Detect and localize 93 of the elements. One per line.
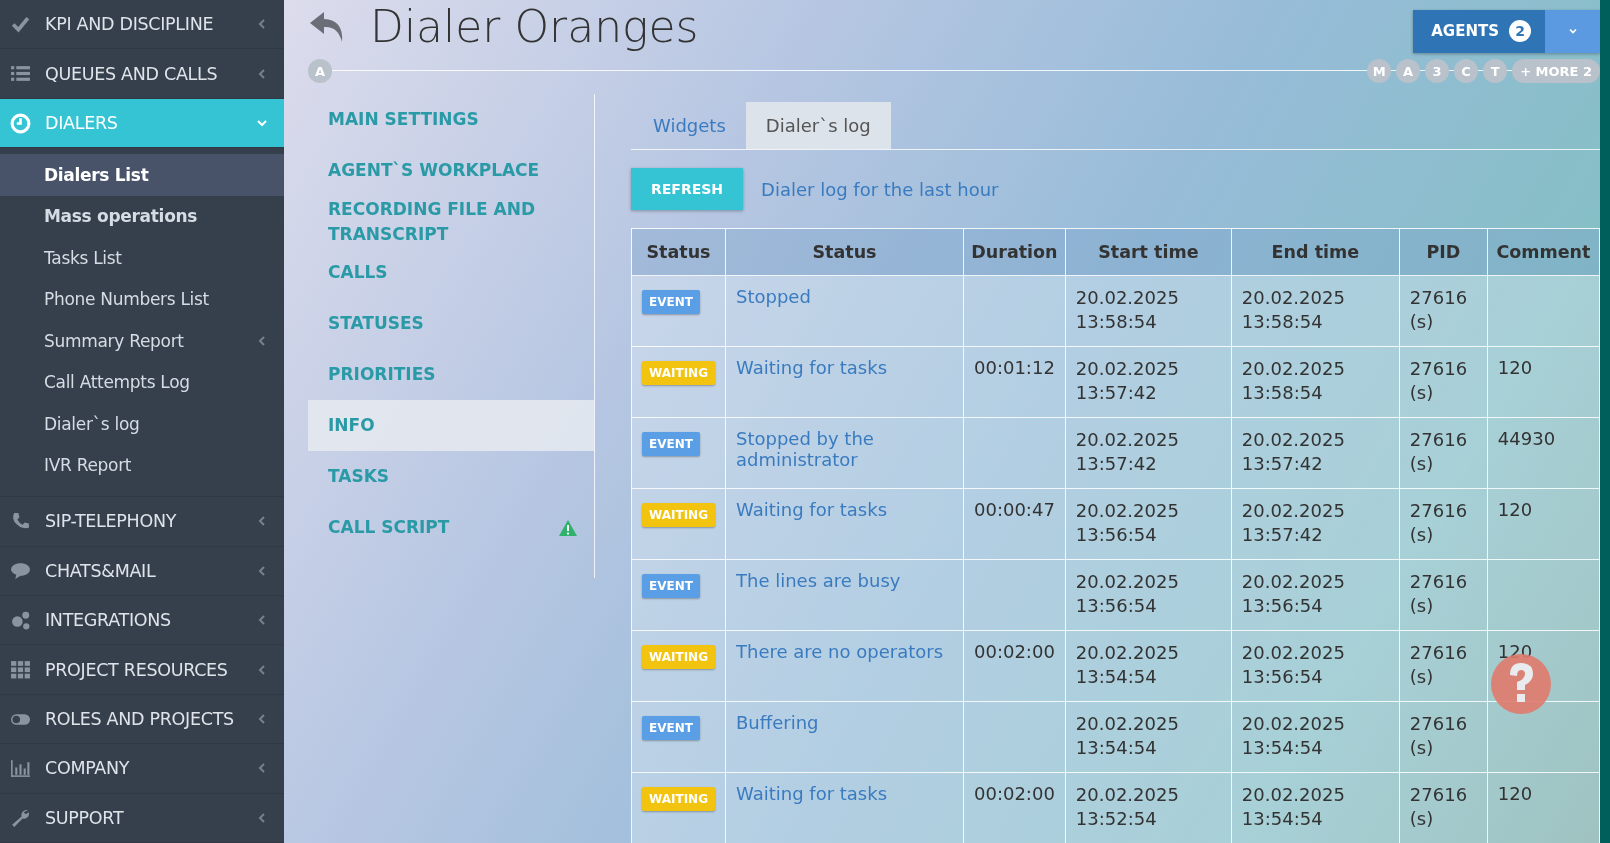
table-cell: 120 — [1487, 488, 1600, 560]
table-cell: 00:02:00 — [963, 630, 1066, 702]
settings-menu-item[interactable]: INFO — [308, 400, 594, 451]
table-cell: 20.02.2025 13:56:54 — [1065, 559, 1232, 631]
table-cell: 20.02.2025 13:57:42 — [1231, 417, 1400, 489]
chat-icon — [10, 560, 31, 582]
table-cell: 20.02.2025 13:56:54 — [1231, 630, 1400, 702]
table-cell: 00:02:00 — [963, 772, 1066, 843]
table-cell: 120 — [1487, 346, 1600, 418]
submenu-item[interactable]: Phone Numbers List — [0, 278, 284, 321]
count-badge: 2 — [1509, 20, 1531, 42]
status-badge: WAITING — [642, 361, 715, 385]
submenu-item[interactable]: Tasks List — [0, 237, 284, 279]
wrench-icon — [10, 807, 31, 829]
grid-icon — [10, 659, 31, 681]
status-badge: WAITING — [642, 787, 715, 811]
chevron-icon — [256, 515, 268, 528]
table-cell: Waiting for tasks — [725, 346, 964, 418]
status-badge: WAITING — [642, 645, 715, 669]
table-cell: 20.02.2025 13:54:54 — [1065, 701, 1232, 773]
chevron-icon — [256, 18, 268, 31]
submenu-item[interactable]: Summary Report — [0, 320, 284, 362]
status-badge: EVENT — [642, 574, 700, 598]
column-header: Start time — [1065, 228, 1232, 276]
status-badge: EVENT — [642, 290, 700, 314]
column-header: PID — [1399, 228, 1488, 276]
table-cell: 27616 (s) — [1399, 275, 1488, 347]
chevron-icon — [256, 564, 268, 577]
sidebar-item[interactable]: COMPANY — [0, 744, 284, 794]
chevron-icon — [256, 713, 268, 726]
table-cell: 20.02.2025 13:57:42 — [1065, 417, 1232, 489]
column-header: Duration — [963, 228, 1066, 276]
table-cell: 27616 (s) — [1399, 772, 1488, 843]
sidebar-item[interactable]: INTEGRATIONS — [0, 596, 284, 646]
table-cell: 120 — [1487, 772, 1600, 843]
page-title: Dialer Oranges — [370, 0, 700, 52]
status-badge: EVENT — [642, 432, 700, 456]
table-cell: 20.02.2025 13:58:54 — [1231, 275, 1400, 347]
chevron-icon — [256, 67, 268, 80]
table-cell: Waiting for tasks — [725, 772, 964, 843]
submenu-item[interactable]: Call Attempts Log — [0, 361, 284, 404]
submenu-item[interactable]: Mass operations — [0, 195, 284, 238]
chevron-icon — [256, 614, 268, 627]
table-cell: 20.02.2025 13:54:54 — [1231, 772, 1400, 843]
table-cell: 27616 (s) — [1399, 488, 1488, 560]
log-caption: Dialer log for the last hour — [761, 178, 999, 200]
table-cell: The lines are busy — [725, 559, 964, 631]
agents-button[interactable]: AGENTS 2 — [1413, 9, 1545, 53]
chart-icon — [10, 757, 31, 779]
sidebar-item[interactable]: QUEUES AND CALLS — [0, 49, 284, 99]
table-cell: Waiting for tasks — [725, 488, 964, 560]
submenu-item[interactable]: Dialers List — [0, 154, 284, 196]
submenu-item[interactable]: IVR Report — [0, 444, 284, 487]
status-badge: WAITING — [642, 503, 715, 527]
tab[interactable]: Widgets — [633, 102, 746, 149]
table-cell: Stopped — [725, 275, 964, 347]
chevron-icon — [256, 117, 268, 129]
chevron-icon — [256, 334, 268, 347]
sidebar-item[interactable]: CHATS&MAIL — [0, 546, 284, 597]
clock-icon — [10, 112, 31, 134]
table-cell: 20.02.2025 13:52:54 — [1065, 772, 1232, 843]
table-cell: 27616 (s) — [1399, 701, 1488, 773]
chevron-icon — [256, 762, 268, 775]
table-cell: 20.02.2025 13:54:54 — [1065, 630, 1232, 702]
table-cell: 20.02.2025 13:54:54 — [1231, 701, 1400, 773]
chevron-icon — [256, 811, 268, 824]
dropdown-button[interactable] — [1545, 9, 1600, 53]
table-cell: 20.02.2025 13:57:42 — [1231, 488, 1400, 560]
sidebar-item[interactable]: ROLES AND PROJECTS — [0, 694, 284, 745]
table-cell: 00:00:47 — [963, 488, 1066, 560]
column-header: End time — [1231, 228, 1400, 276]
tab[interactable]: Dialer`s log — [745, 102, 891, 149]
column-header: Status — [725, 228, 964, 276]
table-cell: 44930 — [1487, 417, 1600, 489]
table-cell: 20.02.2025 13:58:54 — [1231, 346, 1400, 418]
table-cell: 20.02.2025 13:58:54 — [1065, 275, 1232, 347]
table-cell: 20.02.2025 13:56:54 — [1231, 559, 1400, 631]
table-cell: There are no operators — [725, 630, 964, 702]
chevron-icon — [256, 663, 268, 676]
table-cell: 27616 (s) — [1399, 417, 1488, 489]
table-cell: 27616 (s) — [1399, 630, 1488, 702]
column-header: Comment — [1487, 228, 1600, 276]
table-cell: Stopped by the administrator — [725, 417, 964, 489]
sidebar-item[interactable]: PROJECT RESOURCES — [0, 645, 284, 695]
table-cell: 20.02.2025 13:57:42 — [1065, 346, 1232, 418]
table-cell: 27616 (s) — [1399, 559, 1488, 631]
submenu-item[interactable]: Dialer`s log — [0, 403, 284, 445]
table-cell: 00:01:12 — [963, 346, 1066, 418]
column-header: Status — [631, 228, 726, 276]
table-cell: Buffering — [725, 701, 964, 773]
table-cell: 20.02.2025 13:56:54 — [1065, 488, 1232, 560]
table-cell: 27616 (s) — [1399, 346, 1488, 418]
status-badge: EVENT — [642, 716, 700, 740]
